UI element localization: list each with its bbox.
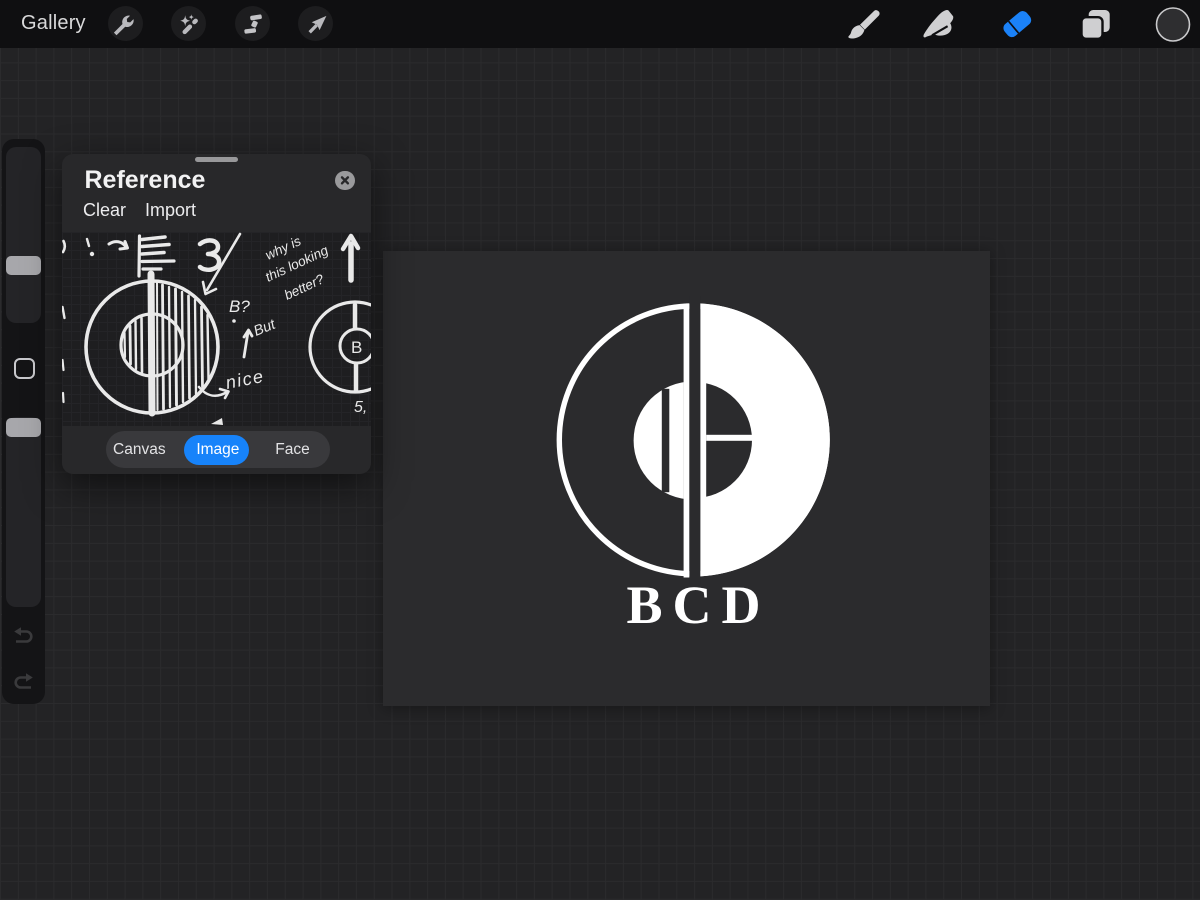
svg-text:5,: 5, <box>354 399 367 416</box>
svg-text:B: B <box>351 338 362 357</box>
svg-text:nice: nice <box>224 366 266 393</box>
svg-text:better?: better? <box>282 271 327 303</box>
svg-text:B?: B? <box>229 297 250 316</box>
svg-text:But: But <box>252 316 279 339</box>
